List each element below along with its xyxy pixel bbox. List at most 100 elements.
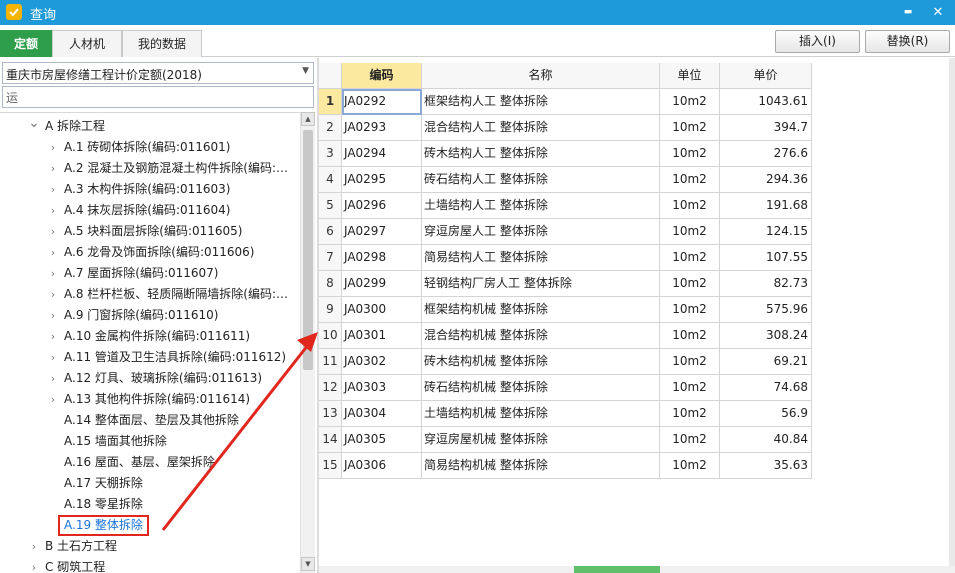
- replace-button[interactable]: 替换(R): [865, 30, 950, 53]
- cell-name[interactable]: 框架结构人工 整体拆除: [422, 89, 660, 115]
- tab-my-data[interactable]: 我的数据: [122, 30, 202, 57]
- cell-price[interactable]: 1043.61: [720, 89, 812, 115]
- tree-node[interactable]: › A.3 木构件拆除(编码:011603): [0, 179, 300, 200]
- cell-code[interactable]: JA0300: [342, 297, 422, 323]
- row-number[interactable]: 7: [319, 245, 342, 271]
- row-number[interactable]: 3: [319, 141, 342, 167]
- cell-unit[interactable]: 10m2: [660, 141, 720, 167]
- scroll-down-icon[interactable]: ▼: [301, 557, 315, 571]
- cell-unit[interactable]: 10m2: [660, 219, 720, 245]
- cell-name[interactable]: 混合结构机械 整体拆除: [422, 323, 660, 349]
- row-number[interactable]: 9: [319, 297, 342, 323]
- chevron-right-icon[interactable]: ›: [47, 179, 59, 200]
- tree-scrollbar[interactable]: ▲ ▼: [300, 112, 315, 573]
- chevron-right-icon[interactable]: ›: [47, 305, 59, 326]
- cell-price[interactable]: 575.96: [720, 297, 812, 323]
- cell-price[interactable]: 69.21: [720, 349, 812, 375]
- row-number[interactable]: 8: [319, 271, 342, 297]
- chevron-right-icon[interactable]: ›: [28, 536, 40, 557]
- cell-unit[interactable]: 10m2: [660, 115, 720, 141]
- tab-quota[interactable]: 定额: [0, 30, 52, 57]
- cell-name[interactable]: 砖石结构人工 整体拆除: [422, 167, 660, 193]
- tree-node[interactable]: › A.1 砖砌体拆除(编码:011601): [0, 137, 300, 158]
- row-number[interactable]: 14: [319, 427, 342, 453]
- cell-name[interactable]: 轻钢结构厂房人工 整体拆除: [422, 271, 660, 297]
- minimize-button[interactable]: ▬: [895, 0, 921, 25]
- row-number[interactable]: 5: [319, 193, 342, 219]
- cell-unit[interactable]: 10m2: [660, 297, 720, 323]
- tree-node[interactable]: › A.2 混凝土及钢筋混凝土构件拆除(编码:…: [0, 158, 300, 179]
- scroll-up-icon[interactable]: ▲: [301, 112, 315, 126]
- cell-code[interactable]: JA0296: [342, 193, 422, 219]
- cell-price[interactable]: 294.36: [720, 167, 812, 193]
- tree-node[interactable]: › A.8 栏杆栏板、轻质隔断隔墙拆除(编码:…: [0, 284, 300, 305]
- chevron-right-icon[interactable]: ›: [28, 557, 40, 573]
- cell-name[interactable]: 简易结构人工 整体拆除: [422, 245, 660, 271]
- cell-unit[interactable]: 10m2: [660, 349, 720, 375]
- row-number[interactable]: 2: [319, 115, 342, 141]
- expand-handle[interactable]: [574, 566, 660, 573]
- insert-button[interactable]: 插入(I): [775, 30, 860, 53]
- cell-unit[interactable]: 10m2: [660, 245, 720, 271]
- tree-node[interactable]: › A.5 块料面层拆除(编码:011605): [0, 221, 300, 242]
- row-number[interactable]: 10: [319, 323, 342, 349]
- cell-price[interactable]: 124.15: [720, 219, 812, 245]
- cell-name[interactable]: 砖木结构机械 整体拆除: [422, 349, 660, 375]
- cell-unit[interactable]: 10m2: [660, 427, 720, 453]
- chevron-right-icon[interactable]: ›: [47, 389, 59, 410]
- chevron-right-icon[interactable]: ›: [47, 242, 59, 263]
- chevron-right-icon[interactable]: ›: [47, 221, 59, 242]
- cell-code[interactable]: JA0306: [342, 453, 422, 479]
- row-number[interactable]: 12: [319, 375, 342, 401]
- cell-name[interactable]: 土墙结构人工 整体拆除: [422, 193, 660, 219]
- chevron-right-icon[interactable]: ›: [47, 158, 59, 179]
- cell-price[interactable]: 74.68: [720, 375, 812, 401]
- row-number[interactable]: 1: [319, 89, 342, 115]
- row-number[interactable]: 4: [319, 167, 342, 193]
- cell-code[interactable]: JA0293: [342, 115, 422, 141]
- cell-name[interactable]: 穿逗房屋人工 整体拆除: [422, 219, 660, 245]
- close-button[interactable]: ✕: [925, 0, 951, 25]
- chevron-right-icon[interactable]: ›: [47, 137, 59, 158]
- cell-price[interactable]: 56.9: [720, 401, 812, 427]
- tree-node[interactable]: › C 砌筑工程: [0, 557, 300, 573]
- tree-node[interactable]: ⌄ A 拆除工程: [0, 116, 300, 137]
- column-header-unit[interactable]: 单位: [660, 63, 720, 89]
- cell-name[interactable]: 框架结构机械 整体拆除: [422, 297, 660, 323]
- tree-node[interactable]: A.18 零星拆除: [0, 494, 300, 515]
- cell-code[interactable]: JA0297: [342, 219, 422, 245]
- chevron-right-icon[interactable]: ›: [47, 263, 59, 284]
- tree-node[interactable]: › A.9 门窗拆除(编码:011610): [0, 305, 300, 326]
- tree-node[interactable]: › A.11 管道及卫生洁具拆除(编码:011612): [0, 347, 300, 368]
- cell-code[interactable]: JA0294: [342, 141, 422, 167]
- cell-code[interactable]: JA0299: [342, 271, 422, 297]
- cell-price[interactable]: 107.55: [720, 245, 812, 271]
- cell-name[interactable]: 简易结构机械 整体拆除: [422, 453, 660, 479]
- cell-price[interactable]: 40.84: [720, 427, 812, 453]
- tree-node[interactable]: A.14 整体面层、垫层及其他拆除: [0, 410, 300, 431]
- cell-price[interactable]: 82.73: [720, 271, 812, 297]
- cell-code[interactable]: JA0302: [342, 349, 422, 375]
- tree-node[interactable]: A.17 天棚拆除: [0, 473, 300, 494]
- cell-unit[interactable]: 10m2: [660, 167, 720, 193]
- column-header-code[interactable]: 编码: [342, 63, 422, 89]
- tree-node[interactable]: › A.13 其他构件拆除(编码:011614): [0, 389, 300, 410]
- tree-node[interactable]: › A.7 屋面拆除(编码:011607): [0, 263, 300, 284]
- cell-price[interactable]: 191.68: [720, 193, 812, 219]
- tree-node[interactable]: › A.10 金属构件拆除(编码:011611): [0, 326, 300, 347]
- chevron-down-icon[interactable]: ▼: [302, 66, 309, 76]
- cell-code[interactable]: JA0305: [342, 427, 422, 453]
- tree-node[interactable]: › A.4 抹灰层拆除(编码:011604): [0, 200, 300, 221]
- scroll-thumb[interactable]: [303, 130, 313, 370]
- cell-code[interactable]: JA0304: [342, 401, 422, 427]
- chevron-down-icon[interactable]: ⌄: [28, 116, 40, 130]
- cell-price[interactable]: 276.6: [720, 141, 812, 167]
- column-header-price[interactable]: 单价: [720, 63, 812, 89]
- cell-name[interactable]: 穿逗房屋机械 整体拆除: [422, 427, 660, 453]
- column-header-name[interactable]: 名称: [422, 63, 660, 89]
- cell-unit[interactable]: 10m2: [660, 375, 720, 401]
- tree-node[interactable]: › B 土石方工程: [0, 536, 300, 557]
- chevron-right-icon[interactable]: ›: [47, 284, 59, 305]
- cell-price[interactable]: 35.63: [720, 453, 812, 479]
- tab-labor-material-machine[interactable]: 人材机: [52, 30, 122, 57]
